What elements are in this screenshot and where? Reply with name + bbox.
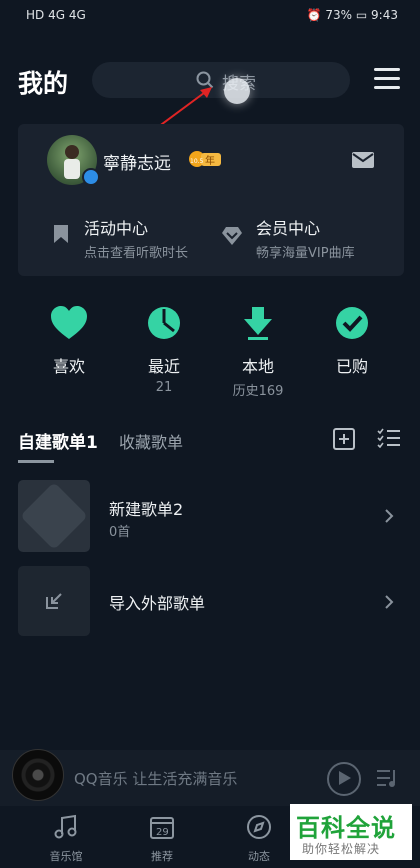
check-circle-icon <box>336 307 368 339</box>
chevron-right-icon <box>385 509 394 523</box>
battery-percent: 73% <box>325 8 353 22</box>
menu-icon[interactable] <box>374 68 400 90</box>
album-disc-icon[interactable] <box>12 749 64 801</box>
heart-icon <box>51 306 87 339</box>
page-title: 我的 <box>18 69 69 98</box>
year-badge-icon[interactable]: 10.5 年 <box>187 150 223 168</box>
playlist-name: 新建歌单2 <box>109 500 184 519</box>
recent-pie-icon <box>148 307 180 339</box>
music-note-icon <box>54 814 77 839</box>
import-cover <box>18 566 90 636</box>
player-text: QQ音乐 让生活充满音乐 <box>74 770 238 788</box>
import-playlist-row[interactable]: 导入外部歌单 <box>18 566 404 638</box>
nav-moments[interactable]: 动态 <box>224 814 294 864</box>
quick-label: 本地 <box>241 357 274 376</box>
calendar-icon: 29 <box>150 817 174 839</box>
nav-recommend[interactable]: 29 推荐 <box>127 814 197 864</box>
network-indicators: HD 4G 4G <box>26 8 86 22</box>
quick-label: 已购 <box>335 357 368 376</box>
username[interactable]: 寧静志远 <box>103 149 171 174</box>
status-bar: HD 4G 4G ⏰ 73% ▭ 9:43 <box>0 0 420 32</box>
vip-center-subtitle: 畅享海量VIP曲库 <box>256 246 355 261</box>
quick-local[interactable]: 本地 历史169 <box>216 305 300 399</box>
watermark-title: 百科全说 <box>296 814 396 842</box>
quick-sub: 历史169 <box>232 384 284 399</box>
playlist-queue-icon[interactable] <box>376 768 400 788</box>
nav-label: 推荐 <box>151 850 173 863</box>
quick-label: 最近 <box>147 357 180 376</box>
manage-list-icon[interactable] <box>377 428 401 448</box>
download-icon <box>244 307 272 340</box>
quick-favorites[interactable]: 喜欢 <box>27 305 111 380</box>
activity-center-title[interactable]: 活动中心 <box>84 215 148 239</box>
activity-center-subtitle: 点击查看听歌时长 <box>84 246 189 261</box>
bookmark-icon <box>54 225 68 243</box>
tab-created-playlists[interactable]: 自建歌单1 <box>18 428 98 453</box>
badge-label: 年 <box>205 154 215 167</box>
calendar-date: 29 <box>156 827 169 838</box>
playlist-cover <box>18 480 90 552</box>
compass-icon <box>247 815 271 839</box>
tab-collected-playlists[interactable]: 收藏歌单 <box>119 429 183 453</box>
chevron-right-icon <box>385 595 394 609</box>
diamond-icon <box>222 227 242 245</box>
battery-icon: ▭ <box>355 8 368 22</box>
alarm-icon: ⏰ <box>306 8 322 22</box>
play-button[interactable] <box>327 762 361 796</box>
add-playlist-icon[interactable] <box>333 428 355 450</box>
quick-sub: 21 <box>155 380 173 395</box>
tab-indicator <box>18 460 54 463</box>
quick-label: 喜欢 <box>52 357 85 376</box>
play-icon <box>339 771 351 785</box>
badge-number: 10.5 <box>190 158 204 165</box>
mail-icon[interactable] <box>351 151 375 169</box>
search-bar[interactable]: 搜索 <box>92 62 350 98</box>
verified-badge-icon <box>82 168 100 186</box>
import-playlist-label: 导入外部歌单 <box>109 594 206 613</box>
vip-center-title[interactable]: 会员中心 <box>256 215 320 239</box>
nav-label: 音乐馆 <box>49 850 83 863</box>
import-icon <box>46 593 62 609</box>
nav-label: 动态 <box>248 850 270 863</box>
quick-recent[interactable]: 最近 21 <box>122 305 206 395</box>
clock: 9:43 <box>371 8 398 22</box>
watermark-subtitle: 助你轻松解决 <box>302 842 381 856</box>
nav-music-hall[interactable]: 音乐馆 <box>31 814 101 864</box>
quick-purchased[interactable]: 已购 <box>310 305 394 380</box>
playlist-count: 0首 <box>109 525 131 540</box>
touch-indicator <box>224 78 250 104</box>
playlist-row[interactable]: 新建歌单2 0首 <box>18 480 404 552</box>
